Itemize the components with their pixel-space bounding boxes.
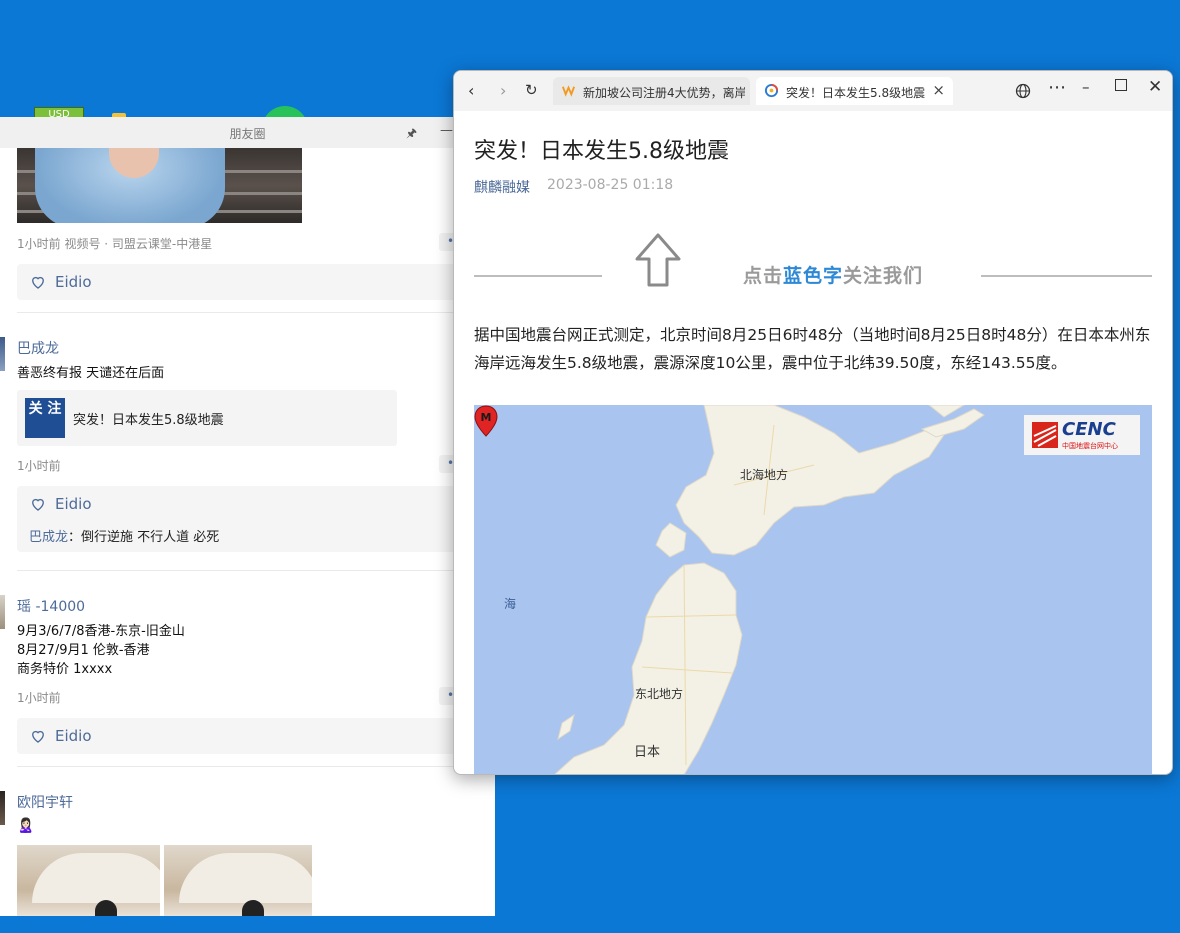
browser-toolbar: ‹ › ↻ 新加坡公司注册4大优势，离岸 突发！日本发生5.8级地震 × ⋯ –… <box>454 71 1172 111</box>
map-label-sea: 海 <box>504 597 517 611</box>
close-tab-icon[interactable]: × <box>932 81 945 99</box>
comment-author[interactable]: 巴成龙 <box>29 530 68 545</box>
article-title: 突发！日本发生5.8级地震 <box>474 139 729 164</box>
epicenter-marker-icon[interactable]: M <box>474 405 498 437</box>
avatar[interactable] <box>0 791 5 825</box>
avatar[interactable] <box>0 337 5 371</box>
maximize-icon[interactable] <box>1115 79 1127 91</box>
more-icon[interactable]: ⋯ <box>1048 77 1066 98</box>
pin-icon[interactable]: 🖈 <box>406 124 417 145</box>
article-source[interactable]: 麒麟融媒 <box>474 177 530 197</box>
globe-icon[interactable] <box>1015 83 1031 99</box>
divider <box>17 312 462 313</box>
tab-singapore[interactable]: 新加坡公司注册4大优势，离岸 <box>553 77 750 105</box>
heart-icon <box>32 730 44 743</box>
map-label-japan: 日本 <box>634 745 661 760</box>
cenc-logo: CENC 中国地震台网中心 <box>1024 415 1140 455</box>
moments-window: 朋友圈 🖈 — 1小时前 视频号 · 司盟云课堂-中港星 • Eidio 巴成龙… <box>0 117 495 916</box>
follow-prompt[interactable]: 点击蓝色字关注我们 <box>743 261 923 288</box>
post-author[interactable]: 瑶 -14000 <box>17 596 85 616</box>
post-author[interactable]: 巴成龙 <box>17 338 59 358</box>
map-landmass <box>554 405 985 774</box>
heart-icon <box>32 276 44 289</box>
refresh-icon[interactable]: ↻ <box>525 81 538 99</box>
moments-title: 朋友圈 <box>229 127 266 141</box>
link-title: 突发！日本发生5.8级地震 <box>73 413 224 428</box>
back-icon[interactable]: ‹ <box>468 81 474 100</box>
like-user[interactable]: Eidio <box>55 727 92 745</box>
site-favicon-icon <box>561 85 576 97</box>
like-user[interactable]: Eidio <box>55 273 92 291</box>
post-line: 9月3/6/7/8香港-东京-旧金山 <box>17 624 185 639</box>
marker-letter: M <box>481 411 492 424</box>
arrow-up-icon <box>635 233 681 287</box>
post-photo[interactable] <box>17 148 302 223</box>
tab-label: 新加坡公司注册4大优势，离岸 <box>583 86 745 100</box>
browser-window: ‹ › ↻ 新加坡公司注册4大优势，离岸 突发！日本发生5.8级地震 × ⋯ –… <box>453 70 1173 775</box>
likes-box: Eidio <box>17 264 462 300</box>
divider <box>17 766 462 767</box>
post-author[interactable]: 欧阳宇轩 <box>17 792 73 812</box>
moments-titlebar: 朋友圈 🖈 — <box>0 117 495 148</box>
avatar[interactable] <box>0 595 5 629</box>
article-content[interactable]: 突发！日本发生5.8级地震 麒麟融媒 2023-08-25 01:18 点击蓝色… <box>454 111 1172 774</box>
map-label-tohoku: 东北地方 <box>635 687 684 701</box>
map-label-hokkaido: 北海地方 <box>740 468 789 482</box>
cenc-emblem-icon <box>1032 422 1058 448</box>
cenc-logo-subtitle: 中国地震台网中心 <box>1062 442 1118 450</box>
link-thumbnail: 关 注 <box>25 398 65 438</box>
shared-link-card[interactable]: 关 注 突发！日本发生5.8级地震 <box>17 390 397 446</box>
heart-icon <box>32 498 44 511</box>
post-meta: 1小时前 <box>17 459 61 473</box>
tab-label: 突发！日本发生5.8级地震 <box>786 86 926 100</box>
post-photo[interactable] <box>164 845 312 916</box>
likes-box: Eidio <box>17 718 462 754</box>
post-meta: 1小时前 视频号 · 司盟云课堂-中港星 <box>17 237 213 251</box>
divider <box>474 275 602 277</box>
close-icon[interactable]: ✕ <box>1148 77 1162 97</box>
post-text: 9月3/6/7/8香港-东京-旧金山 8月27/9月1 伦敦-香港 商务特价 1… <box>17 622 185 679</box>
site-favicon-icon <box>764 83 779 98</box>
post-emoji: 🙎🏻‍♀️ <box>17 818 35 834</box>
post-meta: 1小时前 <box>17 691 61 705</box>
post-line: 8月27/9月1 伦敦-香港 <box>17 643 150 658</box>
follow-prefix: 点击 <box>743 265 784 287</box>
likes-box: Eidio 巴成龙：倒行逆施 不行人道 必死 <box>17 486 462 552</box>
forward-icon[interactable]: › <box>500 81 506 100</box>
like-user[interactable]: Eidio <box>55 495 92 513</box>
moments-feed[interactable]: 1小时前 视频号 · 司盟云课堂-中港星 • Eidio 巴成龙 善恶终有报 天… <box>0 148 495 916</box>
follow-suffix: 关注我们 <box>843 265 924 287</box>
minimize-icon[interactable]: – <box>1082 78 1090 96</box>
divider <box>981 275 1152 277</box>
comment-text: ：倒行逆施 不行人道 必死 <box>68 530 220 545</box>
minimize-icon[interactable]: — <box>440 123 453 138</box>
post-photo[interactable] <box>17 845 160 916</box>
earthquake-map[interactable]: 北海地方 东北地方 日本 海 CENC 中国地震台网中心 M <box>474 405 1152 774</box>
article-body: 据中国地震台网正式测定，北京时间8月25日6时48分（当地时间8月25日8时48… <box>474 326 1151 372</box>
divider <box>17 570 462 571</box>
follow-blue: 蓝色字 <box>783 265 844 287</box>
article-date: 2023-08-25 01:18 <box>547 177 674 193</box>
tab-earthquake[interactable]: 突发！日本发生5.8级地震 × <box>756 77 953 105</box>
cenc-logo-text: CENC <box>1062 419 1116 440</box>
comment[interactable]: 巴成龙：倒行逆施 不行人道 必死 <box>29 526 219 545</box>
post-line: 商务特价 1xxxx <box>17 662 113 677</box>
post-text: 善恶终有报 天谴还在后面 <box>17 366 165 381</box>
